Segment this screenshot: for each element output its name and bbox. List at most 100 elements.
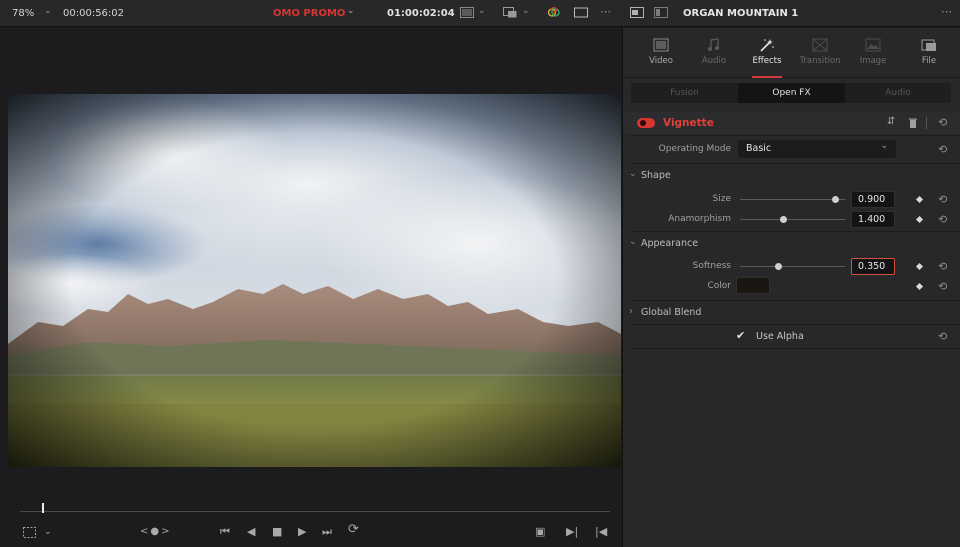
safe-area-icon[interactable] <box>23 527 36 538</box>
clip-name: ORGAN MOUNTAIN 1 <box>683 8 799 19</box>
global-blend-label: Global Blend <box>641 307 702 318</box>
timeline-chevron-down-icon[interactable]: ⌄ <box>347 6 355 16</box>
size-slider-knob[interactable] <box>832 196 839 203</box>
anamorphism-row: Anamorphism 1.400 ⟲ <box>623 209 960 229</box>
viewer-mode-chevron-down-icon[interactable]: ⌄ <box>478 6 486 16</box>
transport-controls: ⌄ <●> ⏮ ◀ ■ ▶ ⏭ ⟳ ▣ ▶​| |◀ <box>0 518 621 547</box>
viewer[interactable] <box>0 28 621 498</box>
subtab-open-fx[interactable]: Open FX <box>738 83 845 103</box>
softness-label: Softness <box>692 261 731 271</box>
tab-audio[interactable]: Audio <box>689 38 739 66</box>
next-edit-icon[interactable]: ▶​| <box>566 526 578 538</box>
effect-reset-icon[interactable]: ⟲ <box>938 117 947 128</box>
color-wheel-icon[interactable] <box>547 7 561 18</box>
inspector-panel: Video Audio Effects Transition Image Fil… <box>622 28 960 547</box>
softness-slider-track[interactable] <box>740 266 845 267</box>
softness-slider-knob[interactable] <box>775 263 782 270</box>
header-divider <box>926 117 927 129</box>
operating-mode-row: Operating Mode Basic ⌄ ⟲ <box>623 138 960 160</box>
previous-edit-icon[interactable]: |◀ <box>595 526 607 538</box>
overlay-chevron-down-icon[interactable]: ⌄ <box>522 6 530 16</box>
record-timecode: 01:00:02:04 <box>387 8 455 19</box>
stop-icon[interactable]: ■ <box>272 526 282 538</box>
appearance-chevron-down-icon[interactable]: ⌄ <box>629 237 637 247</box>
loop-icon[interactable]: ⟳ <box>348 523 359 536</box>
global-blend-section-header[interactable]: › Global Blend <box>623 303 960 323</box>
anamorphism-value-field[interactable]: 1.400 <box>851 211 895 228</box>
go-to-end-icon[interactable]: ⏭ <box>322 526 332 538</box>
separator <box>631 163 960 164</box>
single-viewer-icon[interactable] <box>574 7 588 18</box>
anamorphism-slider-knob[interactable] <box>780 216 787 223</box>
color-reset-icon[interactable]: ⟲ <box>938 281 947 292</box>
anamorphism-reset-icon[interactable]: ⟲ <box>938 214 947 225</box>
source-timecode: 00:00:56:02 <box>63 8 125 19</box>
effect-enable-toggle[interactable] <box>637 118 655 128</box>
size-value-field[interactable]: 0.900 <box>851 191 895 208</box>
separator <box>631 231 960 232</box>
clip-thumbnail-icon[interactable] <box>630 7 644 18</box>
video-icon <box>653 38 669 52</box>
use-alpha-label: Use Alpha <box>756 331 804 342</box>
timeline-name[interactable]: OMO PROMO <box>273 8 345 19</box>
tab-file[interactable]: File <box>904 38 954 66</box>
overlay-icon[interactable] <box>503 7 517 18</box>
size-keyframe-icon[interactable] <box>915 195 924 204</box>
scrub-track[interactable] <box>20 511 610 512</box>
file-icon <box>921 39 936 51</box>
play-icon[interactable]: ▶ <box>298 526 306 538</box>
softness-reset-icon[interactable]: ⟲ <box>938 261 947 272</box>
viewer-mode-icon[interactable] <box>460 7 474 18</box>
zoom-level[interactable]: 78% <box>12 8 34 19</box>
viewer-toolbar: 78% ⌄ 00:00:56:02 OMO PROMO ⌄ 01:00:02:0… <box>0 0 960 27</box>
anamorphism-label: Anamorphism <box>668 214 731 224</box>
use-alpha-row: ✔ Use Alpha ⟲ <box>623 327 960 347</box>
operating-mode-dropdown[interactable]: Basic ⌄ <box>738 140 896 158</box>
size-slider-track[interactable] <box>740 199 845 200</box>
subtab-audio[interactable]: Audio <box>845 83 951 103</box>
softness-keyframe-icon[interactable] <box>915 262 924 271</box>
global-blend-chevron-right-icon[interactable]: › <box>629 306 633 317</box>
size-row: Size 0.900 ⟲ <box>623 189 960 209</box>
play-reverse-icon[interactable]: ◀ <box>247 526 255 538</box>
effect-name: Vignette <box>663 117 714 129</box>
color-label: Color <box>707 281 732 291</box>
softness-row: Softness 0.350 ⟲ <box>623 256 960 276</box>
tab-video[interactable]: Video <box>636 38 686 66</box>
anamorphism-keyframe-icon[interactable] <box>915 215 924 224</box>
subtab-fusion[interactable]: Fusion <box>631 83 738 103</box>
viewer-options-icon[interactable]: ⋯ <box>600 5 611 18</box>
shape-chevron-down-icon[interactable]: ⌄ <box>629 169 637 179</box>
tab-transition[interactable]: Transition <box>795 38 845 66</box>
softness-value-field[interactable]: 0.350 <box>851 258 895 275</box>
safe-area-chevron-down-icon[interactable]: ⌄ <box>44 526 52 538</box>
anamorphism-slider-track[interactable] <box>740 219 845 220</box>
go-to-start-icon[interactable]: ⏮ <box>220 526 230 538</box>
playhead[interactable] <box>42 503 44 513</box>
color-swatch[interactable] <box>736 277 770 294</box>
trash-icon[interactable] <box>909 118 917 128</box>
landscape-image <box>8 94 621 467</box>
split-view-icon[interactable] <box>654 7 668 18</box>
inspector-options-icon[interactable]: ⋯ <box>941 5 952 18</box>
reorder-icon[interactable]: ⇵ <box>887 116 895 127</box>
color-keyframe-icon[interactable] <box>915 282 924 291</box>
effects-subtabs: Fusion Open FX Audio <box>631 83 951 103</box>
size-reset-icon[interactable]: ⟲ <box>938 194 947 205</box>
shape-section-header[interactable]: ⌄ Shape <box>623 166 960 186</box>
shape-label: Shape <box>641 170 671 181</box>
video-frame[interactable] <box>8 94 621 467</box>
scrub-bar[interactable] <box>0 498 621 518</box>
transition-icon <box>812 38 828 52</box>
match-frame-icon[interactable]: ▣ <box>535 526 545 538</box>
use-alpha-reset-icon[interactable]: ⟲ <box>938 331 947 342</box>
appearance-section-header[interactable]: ⌄ Appearance <box>623 234 960 254</box>
operating-mode-reset-icon[interactable]: ⟲ <box>938 144 947 155</box>
zoom-chevron-down-icon[interactable]: ⌄ <box>44 6 52 16</box>
use-alpha-checkbox[interactable]: ✔ <box>736 329 745 342</box>
jog-icon[interactable]: <●> <box>140 526 171 538</box>
tab-image[interactable]: Image <box>848 38 898 66</box>
effect-header: Vignette ⇵ ⟲ <box>623 112 960 134</box>
tab-effects[interactable]: Effects <box>742 38 792 78</box>
audio-icon <box>708 38 719 51</box>
